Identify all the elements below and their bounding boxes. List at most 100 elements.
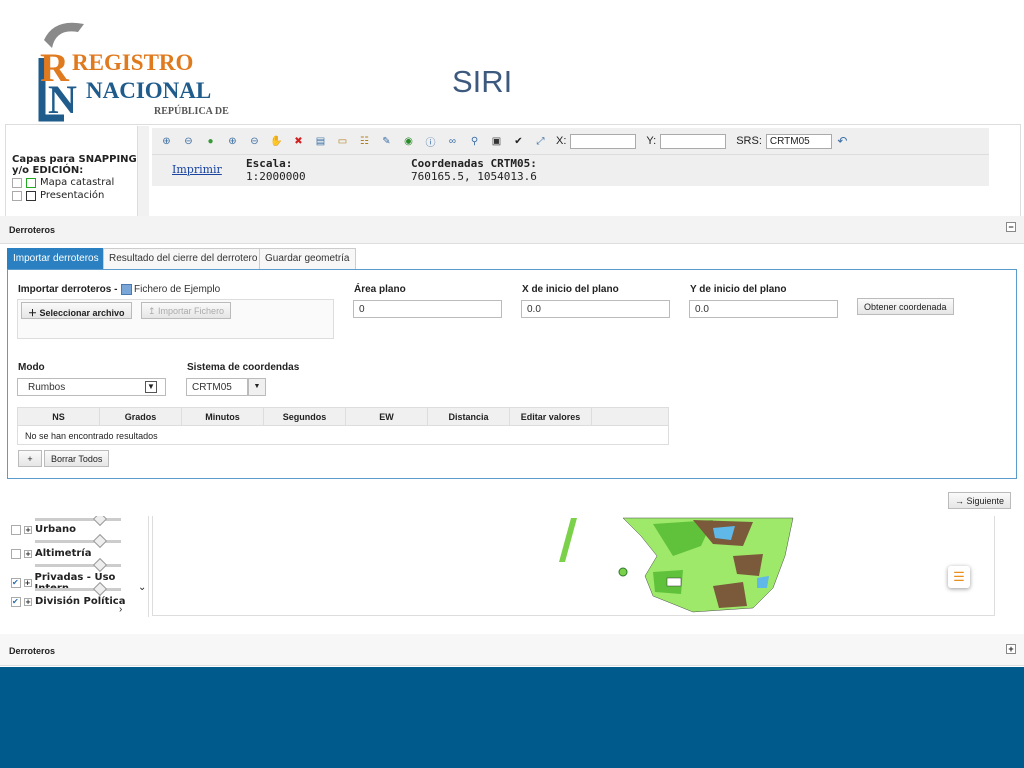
next-button[interactable]: → Siguiente bbox=[948, 492, 1012, 509]
x-start-label: X de inicio del plano bbox=[522, 284, 619, 295]
delete-icon[interactable]: ✖ bbox=[292, 135, 305, 148]
scale-label: Escala: bbox=[246, 157, 293, 170]
layer-swatch-icon bbox=[26, 190, 36, 201]
registro-nacional-logo: R REGISTRO N NACIONAL REPÚBLICA DE bbox=[34, 18, 244, 123]
expand-icon[interactable]: + bbox=[24, 549, 32, 558]
grid-col-minutos[interactable]: Minutos bbox=[182, 408, 264, 425]
expand-icon[interactable]: + bbox=[24, 597, 32, 606]
zoom-box-out-icon[interactable]: ⊖ bbox=[248, 135, 261, 148]
get-coordinate-button[interactable]: Obtener coordenada bbox=[857, 298, 954, 315]
grid-col-ew[interactable]: EW bbox=[346, 408, 428, 425]
opacity-slider[interactable] bbox=[35, 533, 121, 549]
layer-label: Altimetría bbox=[35, 548, 92, 559]
opacity-slider[interactable] bbox=[35, 581, 121, 597]
opacity-slider[interactable] bbox=[35, 516, 121, 527]
tab-importar-derroteros[interactable]: Importar derroteros bbox=[7, 248, 105, 269]
zoom-box-in-icon[interactable]: ⊕ bbox=[226, 135, 239, 148]
pan-hand-icon[interactable]: ✋ bbox=[270, 135, 283, 148]
mode-select[interactable]: Rumbos bbox=[17, 378, 166, 396]
layer-row-presentacion[interactable]: Presentación bbox=[12, 189, 149, 202]
example-file-link[interactable]: Fichero de Ejemplo bbox=[134, 284, 220, 295]
tab-resultado-cierre[interactable]: Resultado del cierre del derrotero bbox=[103, 248, 264, 269]
grid-col-segundos[interactable]: Segundos bbox=[264, 408, 346, 425]
x-coordinate-input[interactable] bbox=[570, 133, 637, 149]
expand-button[interactable]: + bbox=[1006, 644, 1016, 654]
zoom-in-icon[interactable]: ⊕ bbox=[160, 135, 173, 148]
srs-select[interactable]: CRTM05 bbox=[765, 133, 832, 149]
scroll-right-icon[interactable]: › bbox=[119, 604, 122, 615]
layer-label: Mapa catastral bbox=[40, 177, 115, 188]
snapping-layers-title: Capas para SNAPPING y/o EDICIÓN: bbox=[12, 154, 137, 176]
tab-guardar-geometria[interactable]: Guardar geometría bbox=[259, 248, 356, 269]
layers-icon[interactable]: ☷ bbox=[358, 135, 371, 148]
bottom-panel-title: Derroteros bbox=[9, 646, 56, 656]
layer-checkbox-checked[interactable]: ✔ bbox=[11, 596, 21, 607]
add-row-button[interactable]: + bbox=[18, 450, 42, 467]
derroteros-panel-header: Derroteros − bbox=[0, 216, 1024, 244]
layer-checkbox-checked[interactable]: ✔ bbox=[11, 578, 21, 588]
map-info-bar: Imprimir Escala: 1:2000000 Coordenadas C… bbox=[152, 155, 989, 186]
layer-label: Urbano bbox=[35, 524, 76, 535]
measure-icon[interactable]: ⤢ bbox=[534, 135, 547, 148]
x-label: X: bbox=[556, 135, 567, 147]
collapse-button[interactable]: − bbox=[1006, 222, 1016, 232]
layer-swatch-icon bbox=[26, 177, 36, 188]
go-arrow-icon[interactable]: ↶ bbox=[836, 134, 849, 148]
x-start-input[interactable]: 0.0 bbox=[521, 300, 670, 318]
layer-checkbox[interactable] bbox=[11, 524, 21, 535]
import-file-button[interactable]: ↥ Importar Fichero bbox=[141, 302, 232, 319]
expand-icon[interactable]: + bbox=[24, 525, 32, 534]
logo-n-letter: N bbox=[48, 77, 77, 122]
select-file-button[interactable]: ＋ Seleccionar archivo bbox=[21, 302, 132, 319]
layer-row-mapa-catastral[interactable]: Mapa catastral bbox=[12, 176, 149, 189]
chevron-down-icon[interactable]: ▼ bbox=[145, 381, 157, 393]
print-link[interactable]: Imprimir bbox=[172, 163, 222, 176]
next-label: Siguiente bbox=[966, 496, 1005, 506]
map-canvas[interactable] bbox=[152, 516, 995, 616]
info-icon[interactable]: ⓘ bbox=[424, 135, 437, 149]
area-input[interactable]: 0 bbox=[353, 300, 502, 318]
grid-empty-message: No se han encontrado resultados bbox=[25, 431, 158, 441]
logo-line2: NACIONAL bbox=[86, 78, 212, 103]
y-coordinate-input[interactable] bbox=[660, 133, 727, 149]
layer-row-urbano[interactable]: + Urbano bbox=[11, 524, 76, 535]
grid-col-grados[interactable]: Grados bbox=[100, 408, 182, 425]
select-icon[interactable]: ▤ bbox=[314, 135, 327, 148]
save-icon[interactable]: ▣ bbox=[490, 135, 503, 148]
grid-col-distancia[interactable]: Distancia bbox=[428, 408, 510, 425]
logo-line1: REGISTRO bbox=[72, 50, 194, 75]
layer-checkbox[interactable] bbox=[12, 177, 22, 188]
layer-checkbox[interactable] bbox=[11, 548, 21, 559]
search-icon[interactable]: ⚲ bbox=[468, 135, 481, 148]
coords-label: Coordenadas CRTM05: bbox=[411, 157, 537, 170]
opacity-slider[interactable] bbox=[35, 557, 121, 573]
layers-scrollbar[interactable] bbox=[137, 126, 149, 216]
mode-label: Modo bbox=[18, 362, 45, 373]
scroll-down-icon[interactable]: ⌄ bbox=[138, 582, 146, 593]
globe-icon[interactable]: ● bbox=[204, 135, 217, 148]
y-start-input[interactable]: 0.0 bbox=[689, 300, 838, 318]
app-title: SIRI bbox=[452, 64, 513, 99]
grid-header: NS Grados Minutos Segundos EW Distancia … bbox=[18, 408, 668, 426]
coord-system-dropdown-icon[interactable]: ▼ bbox=[248, 378, 266, 396]
info-globe-icon[interactable]: ◉ bbox=[402, 135, 415, 148]
layer-checkbox[interactable] bbox=[12, 190, 22, 201]
print-icon[interactable]: ▭ bbox=[336, 135, 349, 148]
area-label: Área plano bbox=[354, 284, 406, 295]
map-toolbar: ⊕ ⊖ ● ⊕ ⊖ ✋ ✖ ▤ ▭ ☷ ✎ ◉ ⓘ ∞ ⚲ ▣ ✔ ⤢ X: Y… bbox=[152, 128, 989, 155]
zoom-out-icon[interactable]: ⊖ bbox=[182, 135, 195, 148]
pencil-icon[interactable]: ✎ bbox=[380, 135, 393, 148]
coord-system-label: Sistema de coordendas bbox=[187, 362, 300, 373]
coord-system-select[interactable]: CRTM05 bbox=[186, 378, 248, 396]
expand-icon[interactable]: + bbox=[23, 579, 32, 587]
grid-col-ns[interactable]: NS bbox=[18, 408, 100, 425]
binoculars-icon[interactable]: ∞ bbox=[446, 135, 459, 148]
list-icon[interactable]: ☰ bbox=[948, 566, 970, 588]
logo-line3: REPÚBLICA DE bbox=[154, 106, 229, 117]
layer-row-division-politica[interactable]: ✔ + División Política bbox=[11, 596, 125, 607]
check-icon[interactable]: ✔ bbox=[512, 135, 525, 148]
clear-all-button[interactable]: Borrar Todos bbox=[44, 450, 110, 467]
grid-col-editar[interactable]: Editar valores bbox=[510, 408, 592, 425]
layer-label: División Política bbox=[35, 596, 126, 607]
layer-row-altimetria[interactable]: + Altimetría bbox=[11, 548, 91, 559]
